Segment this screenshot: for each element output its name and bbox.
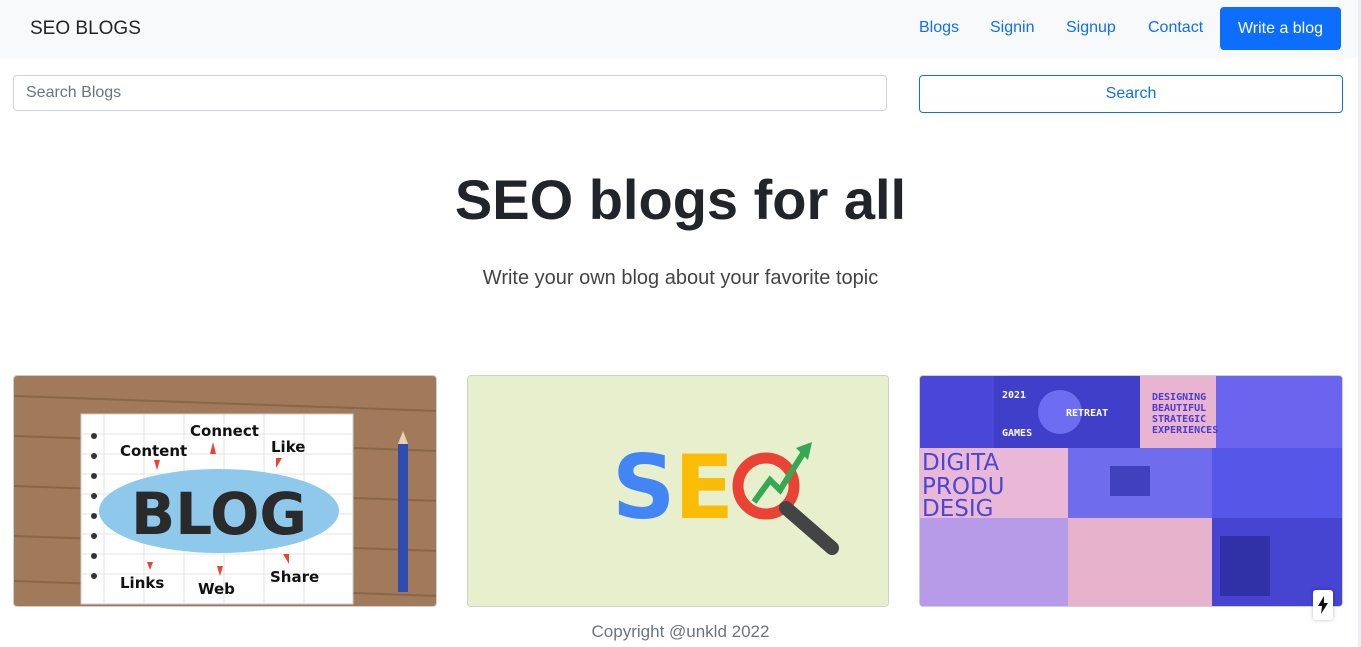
design-text-designing: DESIGNING xyxy=(1152,392,1206,403)
design-text-beautiful: BEAUTIFUL xyxy=(1152,403,1206,414)
design-text-digita: DIGITA xyxy=(922,450,999,476)
blog-word-blog: BLOG xyxy=(131,480,307,548)
blog-notebook-image: BLOG Content Connect Like Links Web Shar… xyxy=(14,376,436,606)
blog-card-blog[interactable]: BLOG Content Connect Like Links Web Shar… xyxy=(13,375,437,607)
design-text-experiences: EXPERIENCES xyxy=(1152,425,1218,436)
navbar: SEO BLOGS Blogs Signin Signup Contact Wr… xyxy=(0,0,1361,58)
hero-title: SEO blogs for all xyxy=(454,168,907,231)
nav-link-signin[interactable]: Signin xyxy=(990,19,1034,37)
write-blog-button[interactable]: Write a blog xyxy=(1220,7,1341,50)
seo-letter-e: E xyxy=(674,436,734,539)
design-collage-image: 2021 GAMES RETREAT DESIGNING BEAUTIFUL S… xyxy=(920,376,1342,606)
blog-word-content: Content xyxy=(120,442,187,460)
design-text-strategic: STRATEGIC xyxy=(1152,414,1206,425)
search-input[interactable] xyxy=(13,75,887,111)
blog-word-connect: Connect xyxy=(190,422,259,440)
footer-copyright: Copyright @unkld 2022 xyxy=(591,622,770,641)
lightning-bolt-icon[interactable] xyxy=(1313,590,1333,620)
search-button[interactable]: Search xyxy=(919,75,1343,113)
seo-logo-image: S E xyxy=(468,376,888,606)
blog-word-links: Links xyxy=(120,574,164,592)
hero-subtitle: Write your own blog about your favorite … xyxy=(482,267,879,289)
blog-word-like: Like xyxy=(271,438,305,456)
design-text-retreat: RETREAT xyxy=(1066,408,1108,419)
nav-link-contact[interactable]: Contact xyxy=(1148,19,1203,37)
seo-letter-s: S xyxy=(612,436,675,539)
design-text-2021: 2021 xyxy=(1002,390,1026,401)
blog-card-design[interactable]: 2021 GAMES RETREAT DESIGNING BEAUTIFUL S… xyxy=(919,375,1343,607)
design-text-desig: DESIG xyxy=(922,496,993,522)
brand-logo[interactable]: SEO BLOGS xyxy=(30,18,141,40)
nav-link-signup[interactable]: Signup xyxy=(1066,19,1116,37)
design-text-games: GAMES xyxy=(1002,428,1032,439)
nav-link-blogs[interactable]: Blogs xyxy=(919,19,959,37)
blog-word-share: Share xyxy=(270,568,319,586)
blog-card-seo[interactable]: S E xyxy=(467,375,889,607)
blog-word-web: Web xyxy=(198,580,235,598)
